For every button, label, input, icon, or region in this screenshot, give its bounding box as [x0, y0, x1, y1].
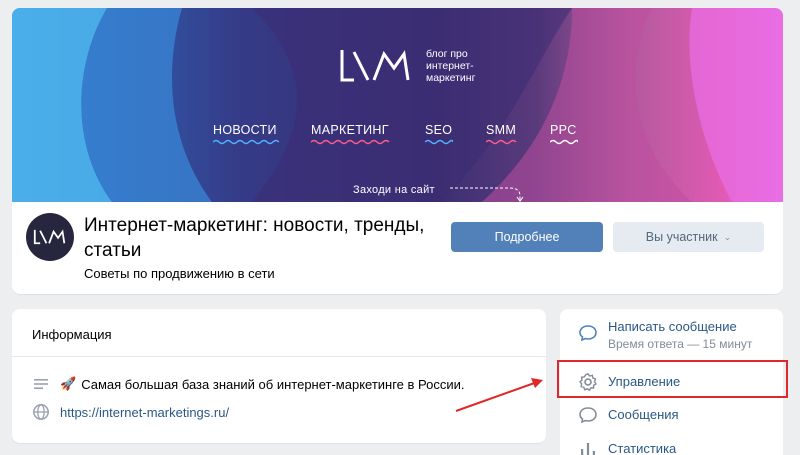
message-bubble-icon [579, 325, 597, 342]
message-bubble-icon [579, 407, 597, 424]
cover-nav-label: МАРКЕТИНГ [311, 123, 389, 137]
side-item-label: Статистика [608, 441, 677, 455]
info-title: Информация [32, 327, 112, 342]
membership-button[interactable]: Вы участник ⌄ [613, 222, 764, 252]
info-link-row: https://internet-marketings.ru/ [32, 403, 229, 421]
wave-underline [425, 139, 453, 145]
membership-button-label: Вы участник [645, 230, 718, 244]
cover-background-shapes [12, 8, 783, 202]
more-info-button[interactable]: Подробнее [451, 222, 603, 252]
response-time: Время ответа — 15 минут [608, 337, 753, 351]
cover-nav-label: SMM [486, 123, 517, 137]
chevron-down-icon: ⌄ [723, 231, 732, 242]
group-avatar[interactable] [26, 213, 74, 261]
wave-underline [550, 139, 578, 145]
cover-logo: блог про интернет- маркетинг [338, 46, 475, 86]
cover-nav-label: НОВОСТИ [213, 123, 277, 137]
cover-nav-smm[interactable]: SMM [486, 123, 517, 145]
side-item-statistics[interactable]: Статистика [560, 439, 783, 455]
highlight-box [557, 360, 788, 398]
info-card: Информация 🚀 Самая большая база знаний о… [12, 309, 546, 443]
info-description: Самая большая база знаний об интернет-ма… [81, 376, 465, 392]
group-status: Советы по продвижению в сети [84, 266, 275, 281]
group-header: Интернет-маркетинг: новости, тренды, ста… [12, 202, 783, 294]
cover-logo-text: блог про интернет- маркетинг [426, 48, 476, 84]
side-item-messages[interactable]: Сообщения [560, 405, 783, 425]
globe-icon [32, 403, 50, 421]
website-link[interactable]: https://internet-marketings.ru/ [60, 405, 229, 420]
rocket-emoji: 🚀 [60, 376, 77, 391]
wave-underline [213, 139, 279, 145]
cover-cta-text[interactable]: Заходи на сайт [353, 184, 435, 196]
cover-nav-label: PPC [550, 123, 577, 137]
side-item-label: Сообщения [608, 407, 679, 422]
cover-nav-label: SEO [425, 123, 453, 137]
divider [12, 356, 546, 357]
cover-nav-news[interactable]: НОВОСТИ [213, 123, 279, 145]
wave-underline [486, 139, 517, 145]
dashed-arrow-icon [450, 187, 524, 202]
cover-nav-marketing[interactable]: МАРКЕТИНГ [311, 123, 390, 145]
side-item-write-message[interactable]: Написать сообщение Время ответа — 15 мин… [560, 319, 783, 357]
wave-underline [311, 139, 390, 145]
info-description-row: 🚀 Самая большая база знаний об интернет-… [32, 375, 465, 393]
group-title: Интернет-маркетинг: новости, тренды, ста… [84, 215, 425, 261]
bar-chart-icon [581, 443, 595, 455]
text-lines-icon [32, 375, 50, 393]
im-logo-icon [33, 229, 66, 245]
im-logo-icon [340, 50, 410, 82]
side-item-label: Написать сообщение [608, 319, 737, 334]
cover-image[interactable]: блог про интернет- маркетинг НОВОСТИ МАР… [12, 8, 783, 202]
cover-nav-seo[interactable]: SEO [425, 123, 453, 145]
cover-nav-ppc[interactable]: PPC [550, 123, 578, 145]
